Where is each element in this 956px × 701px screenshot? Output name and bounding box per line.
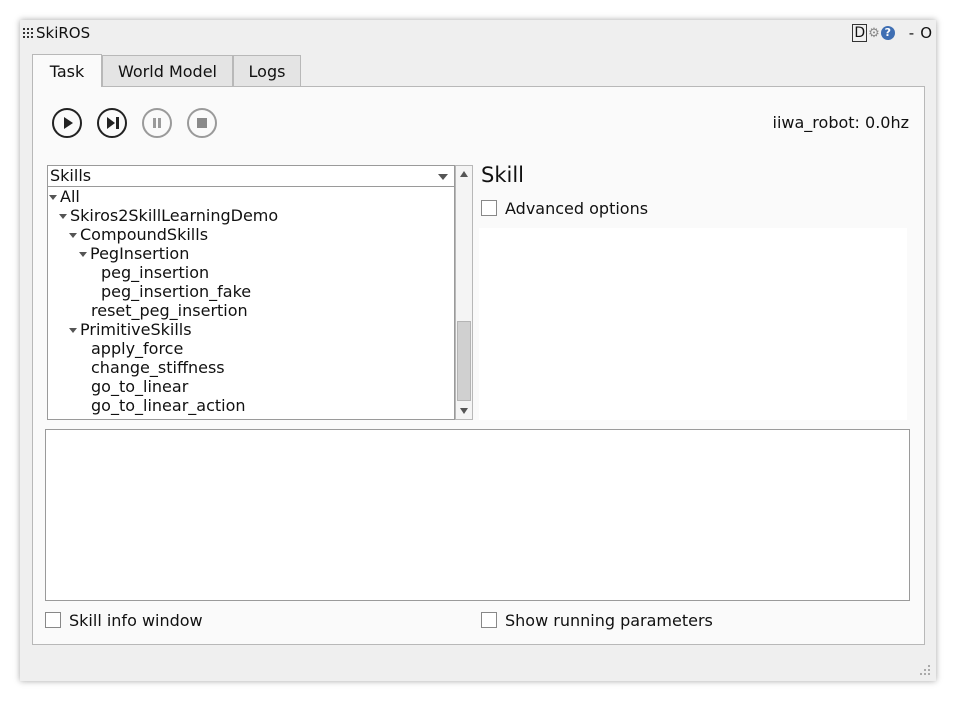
skill-output-area[interactable] (45, 429, 910, 601)
tree-item-all[interactable]: All (49, 187, 80, 206)
tree-item-apply-force[interactable]: apply_force (91, 339, 183, 358)
tab-world-model[interactable]: World Model (102, 55, 233, 86)
pause-icon (153, 118, 161, 128)
play-icon (64, 117, 73, 129)
task-panel: iiwa_robot: 0.0hz Skills All Skiros2Skil… (32, 86, 925, 645)
show-running-parameters-checkbox[interactable] (481, 612, 497, 628)
tree-item-label: PegInsertion (90, 244, 190, 263)
tree-item-primitiveskills[interactable]: PrimitiveSkills (69, 320, 192, 339)
tree-item-skiros2skilllearningdemo[interactable]: Skiros2SkillLearningDemo (59, 206, 278, 225)
skill-title: Skill (481, 163, 524, 187)
tab-task[interactable]: Task (32, 54, 102, 87)
resize-grip-icon[interactable] (920, 665, 932, 677)
expand-arrow-icon[interactable] (69, 233, 77, 238)
chevron-down-icon[interactable] (438, 174, 448, 180)
tab-logs[interactable]: Logs (233, 55, 301, 86)
gear-icon[interactable]: ⚙ (868, 26, 880, 41)
scroll-up-icon[interactable] (460, 171, 468, 177)
skills-combo[interactable]: Skills (47, 165, 455, 187)
scroll-down-icon[interactable] (460, 408, 468, 414)
expand-arrow-icon[interactable] (49, 195, 57, 200)
scrollbar-thumb[interactable] (457, 321, 471, 401)
skiros-window: SkiROS D ⚙ ? - O Task World Model Logs i… (20, 20, 936, 681)
skills-tree[interactable]: All Skiros2SkillLearningDemo CompoundSki… (47, 187, 455, 420)
tree-item-label: All (60, 187, 80, 206)
drag-handle-icon[interactable] (23, 28, 35, 38)
expand-arrow-icon[interactable] (59, 214, 67, 219)
advanced-options-label: Advanced options (505, 199, 649, 218)
tree-item-peg-insertion-fake[interactable]: peg_insertion_fake (101, 282, 251, 301)
skills-combo-value: Skills (50, 166, 92, 185)
skill-info-window-label: Skill info window (69, 611, 203, 630)
play-button[interactable] (52, 108, 82, 138)
robot-status: iiwa_robot: 0.0hz (772, 113, 909, 132)
tree-item-label: CompoundSkills (80, 225, 209, 244)
tree-item-label: PrimitiveSkills (80, 320, 192, 339)
skill-info-window-checkbox[interactable] (45, 612, 61, 628)
tree-item-label: Skiros2SkillLearningDemo (70, 206, 279, 225)
pause-button[interactable] (142, 108, 172, 138)
advanced-options-checkbox[interactable] (481, 200, 497, 216)
title-bar[interactable]: SkiROS D ⚙ ? - O (20, 20, 936, 46)
tree-item-change-stiffness[interactable]: change_stiffness (91, 358, 225, 377)
expand-arrow-icon[interactable] (69, 328, 77, 333)
dock-button[interactable]: D (852, 24, 868, 42)
close-button[interactable]: O (920, 24, 932, 42)
tree-item-go-to-linear-action[interactable]: go_to_linear_action (91, 396, 246, 415)
tree-item-reset-peg-insertion[interactable]: reset_peg_insertion (91, 301, 248, 320)
minimize-button[interactable]: - (909, 24, 914, 42)
help-button[interactable]: ? (880, 26, 895, 40)
tree-item-go-to-linear[interactable]: go_to_linear (91, 377, 188, 396)
title-bar-controls: D ⚙ ? - O (852, 24, 932, 42)
tree-item-compoundskills[interactable]: CompoundSkills (69, 225, 208, 244)
stop-icon (197, 118, 207, 128)
tree-item-peg-insertion[interactable]: peg_insertion (101, 263, 209, 282)
tree-item-peginsertion[interactable]: PegInsertion (79, 244, 189, 263)
step-icon (107, 117, 119, 129)
skills-scrollbar[interactable] (455, 165, 473, 420)
window-title: SkiROS (36, 24, 91, 42)
skill-parameters-area (479, 228, 907, 420)
stop-button[interactable] (187, 108, 217, 138)
step-button[interactable] (97, 108, 127, 138)
expand-arrow-icon[interactable] (79, 252, 87, 257)
show-running-parameters-label: Show running parameters (505, 611, 713, 630)
